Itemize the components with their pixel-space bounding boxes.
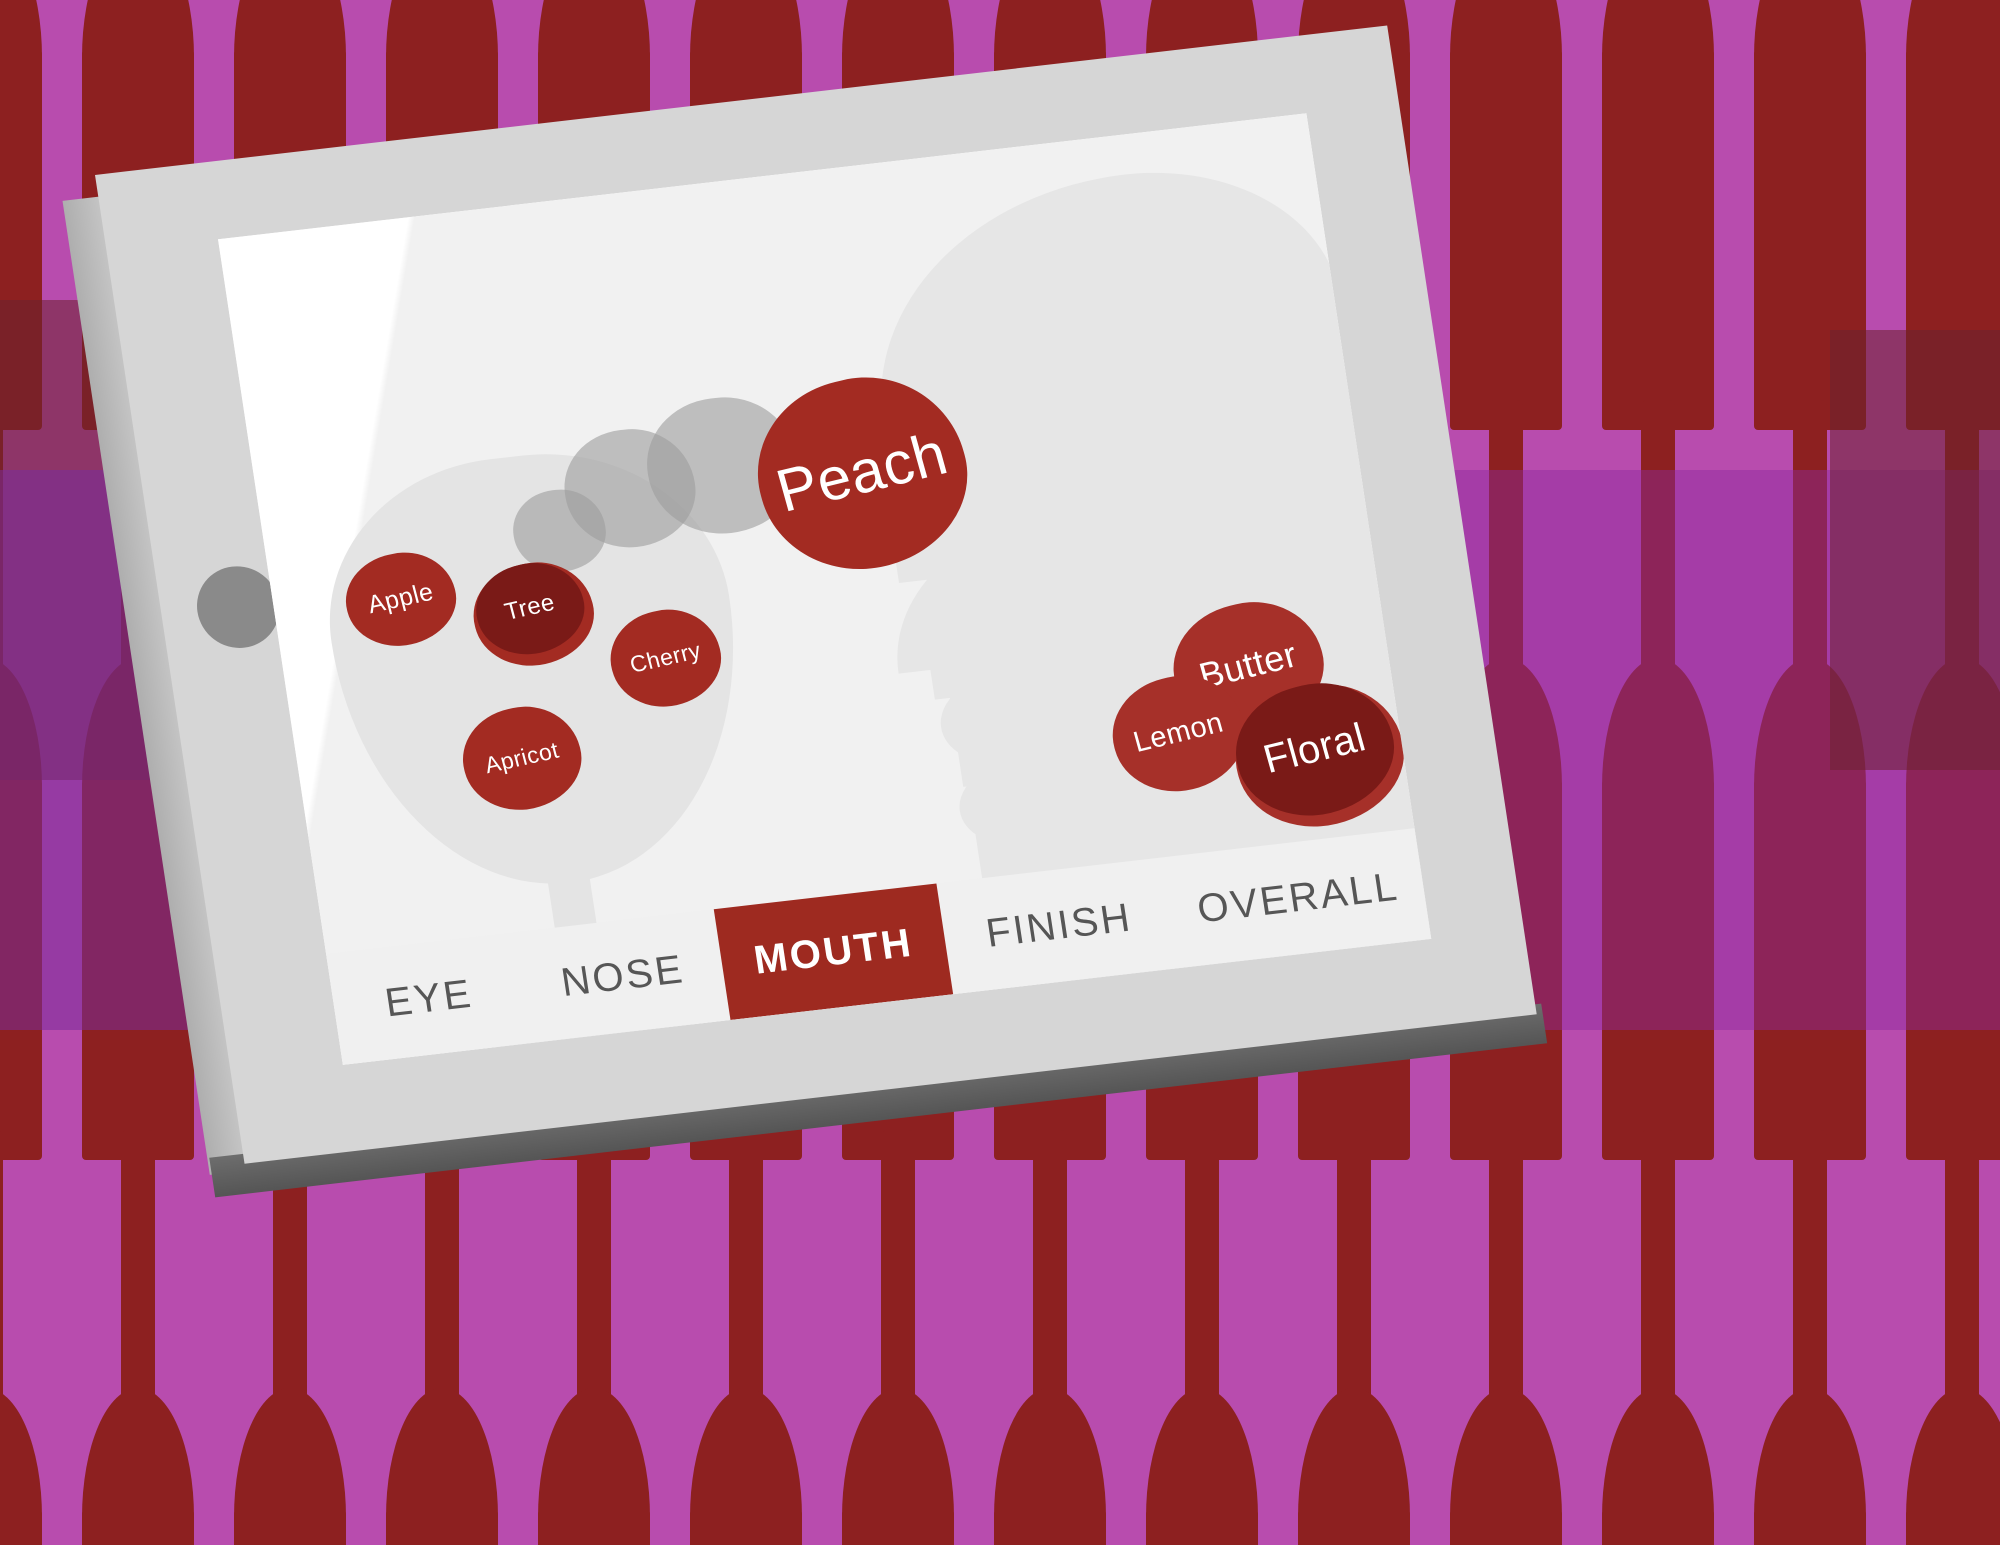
bottle-silhouette (538, 1130, 650, 1545)
bubble-floral-label: Floral (1258, 715, 1371, 782)
bottle-silhouette (0, 1130, 42, 1545)
bottle-body (1450, 1510, 1562, 1545)
bottle-body (1602, 1510, 1714, 1545)
bottle-body (386, 1510, 498, 1545)
bottle-silhouette (1298, 1130, 1410, 1545)
bottle-silhouette (994, 1130, 1106, 1545)
bottle-silhouette (1450, 0, 1562, 430)
bottle-body (1602, 50, 1714, 430)
bottle-body (1754, 1510, 1866, 1545)
bottle-body (1146, 1510, 1258, 1545)
bottle-silhouette (386, 1130, 498, 1545)
bottle-silhouette (82, 1130, 194, 1545)
wallpaper-tint-d (1830, 330, 2000, 770)
bottle-silhouette (1906, 1130, 2000, 1545)
tab-overall-label: OVERALL (1194, 864, 1402, 931)
bottle-silhouette (1602, 0, 1714, 430)
bottle-body (1298, 1510, 1410, 1545)
bubble-lemon-label: Lemon (1129, 706, 1227, 759)
bubble-tree-label: Tree (501, 588, 558, 626)
tablet-screen: Apple Tree Cherry Apricot Peach Butter L… (217, 113, 1432, 1065)
bottle-neck (0, 1130, 3, 1434)
bottle-silhouette (1754, 1130, 1866, 1545)
bottle-body (1906, 1510, 2000, 1545)
bottle-body (690, 1510, 802, 1545)
bottle-silhouette (1450, 1130, 1562, 1545)
bubble-peach-label: Peach (769, 419, 955, 525)
tab-eye[interactable]: EYE (326, 932, 532, 1065)
tab-finish-label: FINISH (983, 894, 1135, 956)
bubble-apple-label: Apple (364, 577, 437, 619)
tab-eye-label: EYE (382, 971, 476, 1025)
screenshot-root: Apple Tree Cherry Apricot Peach Butter L… (0, 0, 2000, 1545)
bottle-body (994, 1510, 1106, 1545)
tab-nose[interactable]: NOSE (515, 909, 731, 1043)
bottle-silhouette (1602, 1130, 1714, 1545)
bubble-apricot-label: Apricot (481, 736, 562, 778)
tablet-device: Apple Tree Cherry Apricot Peach Butter L… (62, 25, 1548, 1198)
bottle-silhouette (1146, 1130, 1258, 1545)
bubble-cherry-label: Cherry (626, 636, 704, 678)
bottle-body (538, 1510, 650, 1545)
bottle-body (82, 1510, 194, 1545)
tab-mouth-label: MOUTH (750, 920, 916, 983)
bottle-body (0, 1510, 42, 1545)
bottle-body (234, 1510, 346, 1545)
bottle-silhouette (842, 1130, 954, 1545)
bottle-body (1450, 50, 1562, 430)
bottle-silhouette (690, 1130, 802, 1545)
bottle-body (842, 1510, 954, 1545)
tab-nose-label: NOSE (558, 946, 688, 1005)
